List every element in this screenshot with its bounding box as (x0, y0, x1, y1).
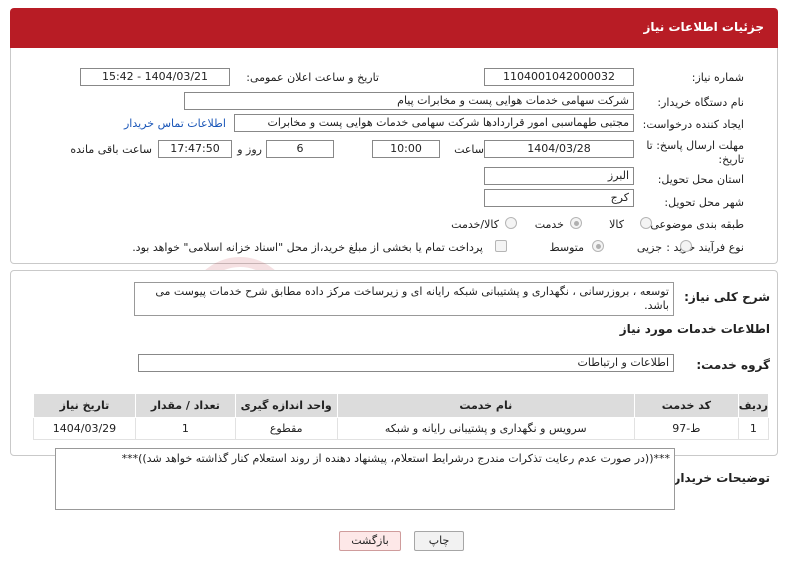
province-field: البرز (484, 167, 634, 185)
category-option-goods: کالا (609, 218, 624, 231)
process-radio-minor[interactable] (680, 240, 692, 252)
buyer-contact-link[interactable]: اطلاعات تماس خریدار (124, 117, 226, 130)
description-label: شرح کلی نیاز: (684, 290, 770, 304)
col-row-number: ردیف (737, 393, 770, 418)
col-service-code: کد خدمت (633, 393, 739, 418)
description-text[interactable]: توسعه ، بروزرسانی ، نگهداری و پشتیبانی ش… (134, 282, 674, 316)
category-option-service: خدمت (534, 218, 564, 231)
need-number-field: 1104001042000032 (484, 68, 634, 86)
category-label: طبقه بندی موضوعی: (646, 218, 744, 231)
days-field: 6 (266, 140, 334, 158)
cell-unit: مقطوع (234, 417, 338, 440)
services-table-header: ردیف کد خدمت نام خدمت واحد اندازه گیری ت… (33, 393, 770, 418)
process-option-medium: متوسط (549, 241, 584, 254)
print-button[interactable]: چاپ (414, 531, 464, 551)
table-row[interactable]: 1 ط-97 سرویس و نگهداری و پشتیبانی رایانه… (33, 417, 770, 440)
col-unit: واحد اندازه گیری (234, 393, 338, 418)
city-label: شهر محل تحویل: (664, 196, 744, 209)
treasury-note: پرداخت تمام یا بخشی از مبلغ خرید،از محل … (132, 241, 483, 254)
cell-service-code: ط-97 (633, 417, 739, 440)
page-header: جزئیات اطلاعات نیاز (10, 8, 778, 48)
cell-service-name: سرویس و نگهداری و پشتیبانی رایانه و شبکه (336, 417, 635, 440)
category-radio-goods-service[interactable] (505, 217, 517, 229)
category-radio-service[interactable] (570, 217, 582, 229)
process-label: نوع فرآیند خرید : (666, 241, 744, 254)
process-radio-medium[interactable] (592, 240, 604, 252)
buyer-notes-label: توضیحات خریدار: (668, 471, 770, 485)
category-option-goods-service: کالا/خدمت (451, 218, 499, 231)
city-field: کرج (484, 189, 634, 207)
col-quantity: تعداد / مقدار (134, 393, 236, 418)
buyer-notes-text[interactable]: ***((در صورت عدم رعایت تذکرات مندرج درشر… (55, 448, 675, 510)
category-radio-goods[interactable] (640, 217, 652, 229)
remaining-time-field: 17:47:50 (158, 140, 232, 158)
process-option-minor: جزیی (636, 241, 662, 254)
deadline-time-label: ساعت (454, 143, 484, 156)
requester-label: ایجاد کننده درخواست: (642, 118, 744, 131)
service-group-label: گروه خدمت: (696, 358, 770, 372)
buyer-org-label: نام دستگاه خریدار: (657, 96, 744, 109)
buyer-org-field: شرکت سهامی خدمات هوایی پست و مخابرات پیا… (184, 92, 634, 110)
service-group-field: اطلاعات و ارتباطات (138, 354, 674, 372)
col-service-name: نام خدمت (336, 393, 635, 418)
cell-need-date: 1404/03/29 (33, 417, 136, 440)
deadline-time-field: 10:00 (372, 140, 440, 158)
need-number-label: شماره نیاز: (691, 71, 744, 84)
services-section-title: اطلاعات خدمات مورد نیاز (619, 322, 770, 336)
province-label: استان محل تحویل: (657, 173, 744, 186)
page-title: جزئیات اطلاعات نیاز (643, 20, 764, 34)
deadline-date-field: 1404/03/28 (484, 140, 634, 158)
services-table: ردیف کد خدمت نام خدمت واحد اندازه گیری ت… (33, 393, 770, 440)
cell-row-number: 1 (737, 417, 770, 440)
days-label: روز و (237, 143, 262, 156)
deadline-label: مهلت ارسال پاسخ: تا تاریخ: (646, 139, 744, 166)
announce-field: 1404/03/21 - 15:42 (80, 68, 230, 86)
cell-quantity: 1 (134, 417, 236, 440)
requester-field: مجتبی طهماسبی امور قراردادها شرکت سهامی … (234, 114, 634, 132)
back-button[interactable]: بازگشت (339, 531, 401, 551)
announce-label: تاریخ و ساعت اعلان عمومی: (246, 71, 379, 84)
col-need-date: تاریخ نیاز (33, 393, 136, 418)
treasury-checkbox[interactable] (495, 240, 507, 252)
remaining-label: ساعت باقی مانده (70, 143, 152, 156)
